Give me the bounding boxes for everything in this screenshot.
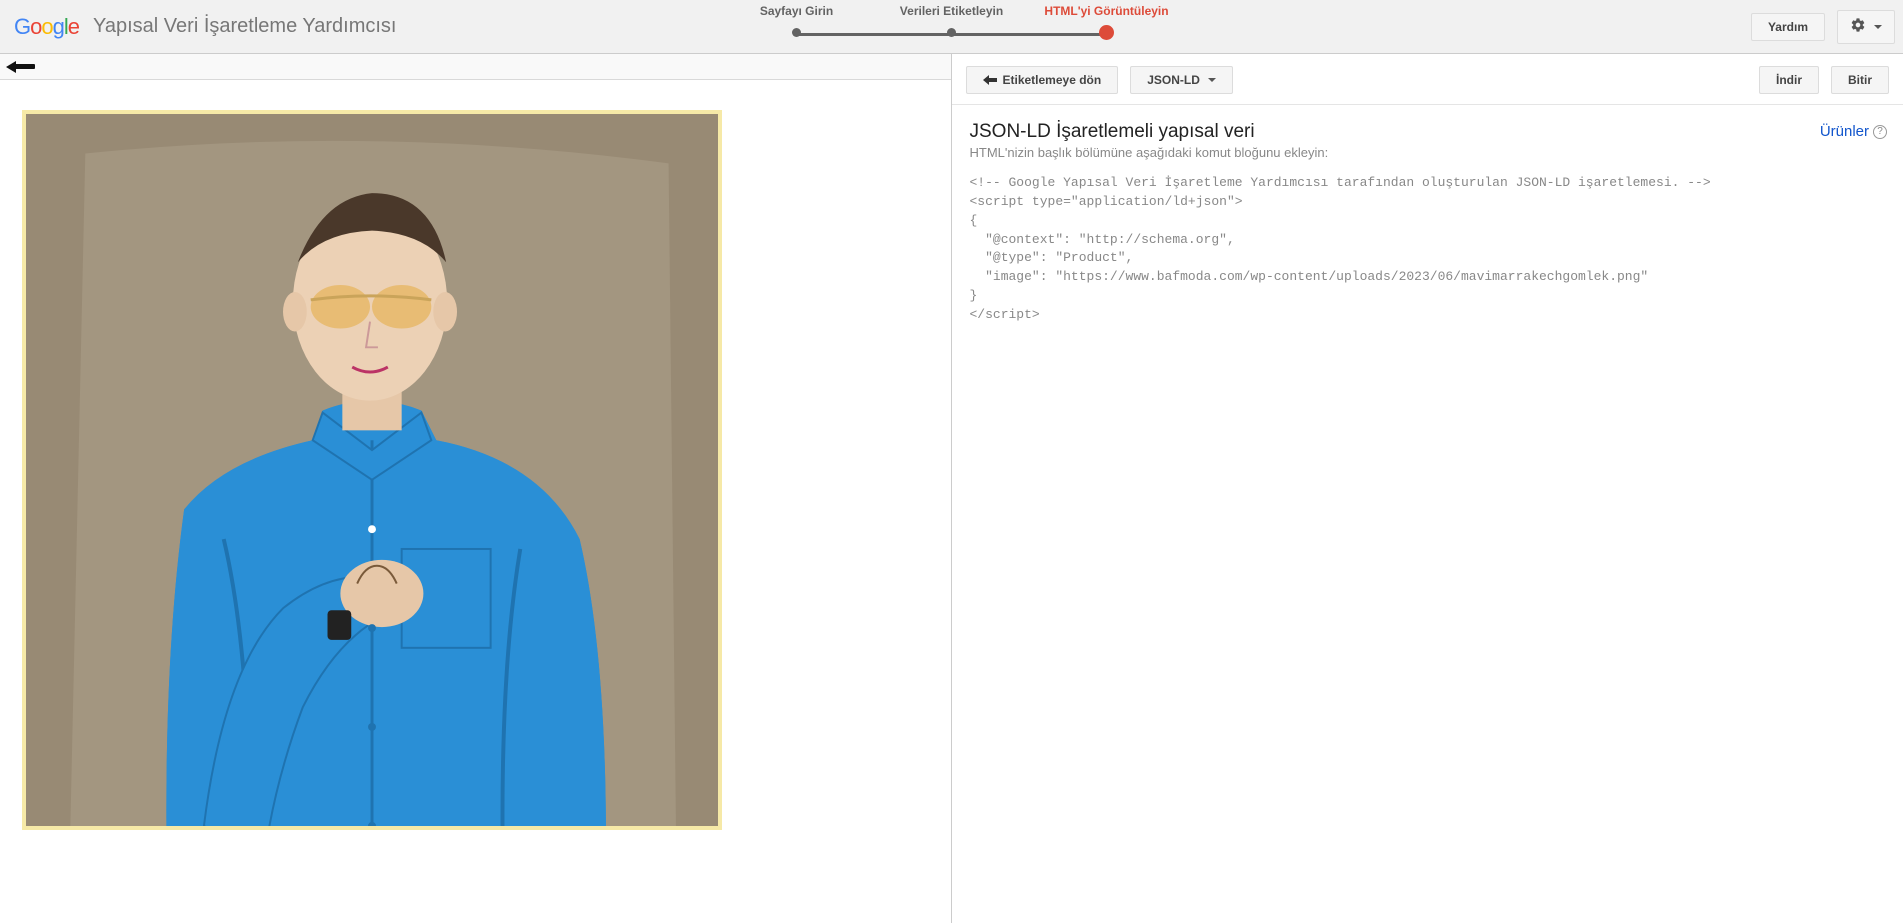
back-arrow-icon [983,75,997,85]
back-arrow-icon[interactable] [6,61,36,73]
step-label: Sayfayı Girin [719,4,874,18]
help-icon[interactable]: ? [1873,125,1887,139]
progress-steps: Sayfayı Girin Verileri Etiketleyin HTML'… [719,4,1184,26]
step-tag-data[interactable]: Verileri Etiketleyin [874,4,1029,26]
preview-toolbar [0,54,951,80]
finish-button[interactable]: Bitir [1831,66,1889,94]
download-button[interactable]: İndir [1759,66,1819,94]
settings-button[interactable] [1837,10,1895,44]
google-logo: Google [8,14,85,40]
output-toolbar: Etiketlemeye dön JSON-LD İndir Bitir [952,54,1903,105]
chevron-down-icon [1208,78,1216,82]
gear-icon [1850,17,1866,37]
finish-button-label: Bitir [1848,74,1872,86]
back-to-tagging-label: Etiketlemeye dön [1003,74,1102,86]
output-header: JSON-LD İşaretlemeli yapısal veri HTML'n… [952,105,1903,170]
help-button-label: Yardım [1768,21,1808,33]
step-label: Verileri Etiketleyin [874,4,1029,18]
app-header: Google Yapısal Veri İşaretleme Yardımcıs… [0,0,1903,54]
step-enter-page[interactable]: Sayfayı Girin [719,4,874,26]
format-select-button[interactable]: JSON-LD [1130,66,1233,94]
app-title: Yapısal Veri İşaretleme Yardımcısı [93,15,396,38]
help-button[interactable]: Yardım [1751,13,1825,41]
product-image-preview [22,110,722,830]
step-dot [792,28,801,37]
output-type-label: Ürünler [1820,123,1869,140]
output-type-link[interactable]: Ürünler ? [1820,123,1887,140]
download-button-label: İndir [1776,74,1802,86]
page-preview-pane [0,54,952,923]
chevron-down-icon [1874,25,1882,29]
output-pane: Etiketlemeye dön JSON-LD İndir Bitir JSO… [952,54,1903,923]
step-view-html[interactable]: HTML'yi Görüntüleyin [1029,4,1184,26]
back-to-tagging-button[interactable]: Etiketlemeye dön [966,66,1119,94]
step-dot [947,28,956,37]
generated-code-block[interactable]: <!-- Google Yapısal Veri İşaretleme Yard… [952,170,1903,329]
step-dot [1099,25,1114,40]
output-title: JSON-LD İşaretlemeli yapısal veri [970,121,1886,143]
output-subtitle: HTML'nizin başlık bölümüne aşağıdaki kom… [970,145,1886,160]
step-label: HTML'yi Görüntüleyin [1029,4,1184,18]
format-select-label: JSON-LD [1147,74,1200,86]
